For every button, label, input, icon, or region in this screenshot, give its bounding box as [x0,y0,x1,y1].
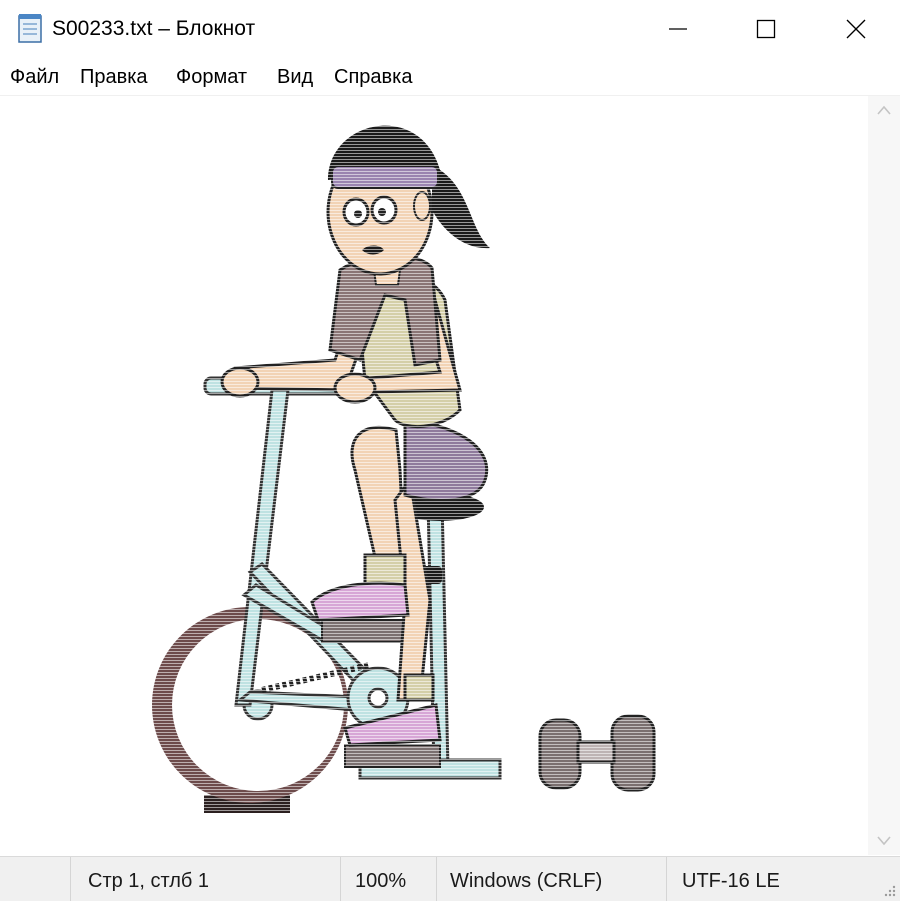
menu-help[interactable]: Справка [334,64,412,90]
menu-edit[interactable]: Правка [80,64,148,90]
minimize-button[interactable] [632,0,724,58]
text-editor-area[interactable] [0,96,868,855]
status-encoding: UTF-16 LE [682,870,780,892]
menu-format[interactable]: Формат [176,64,247,90]
status-separator [436,857,437,901]
close-button[interactable] [810,0,900,58]
menu-file[interactable]: Файл [10,64,59,90]
status-zoom: 100% [355,870,407,892]
ascii-scanline-overlay [130,110,670,820]
scroll-down-icon[interactable] [876,835,892,847]
maximize-button[interactable] [720,0,812,58]
resize-grip-icon[interactable] [882,883,896,897]
menu-bar: Файл Правка Формат Вид Справка [0,58,900,96]
status-position: Стр 1, стлб 1 [88,870,210,892]
minimize-icon [669,28,687,30]
vertical-scrollbar[interactable] [868,96,900,855]
window-title: S00233.txt – Блокнот [52,17,256,40]
status-line-endings: Windows (CRLF) [450,870,603,892]
notepad-icon [18,14,42,43]
status-separator [666,857,667,901]
ascii-art-picture [130,110,670,820]
status-bar: Стр 1, стлб 1 100% Windows (CRLF) UTF-16… [0,856,900,901]
title-bar[interactable]: S00233.txt – Блокнот [0,0,900,58]
maximize-icon [756,19,776,39]
scroll-up-icon[interactable] [876,104,892,116]
menu-view[interactable]: Вид [277,64,313,90]
close-icon [846,19,866,39]
status-separator [340,857,341,901]
status-separator [70,857,71,901]
